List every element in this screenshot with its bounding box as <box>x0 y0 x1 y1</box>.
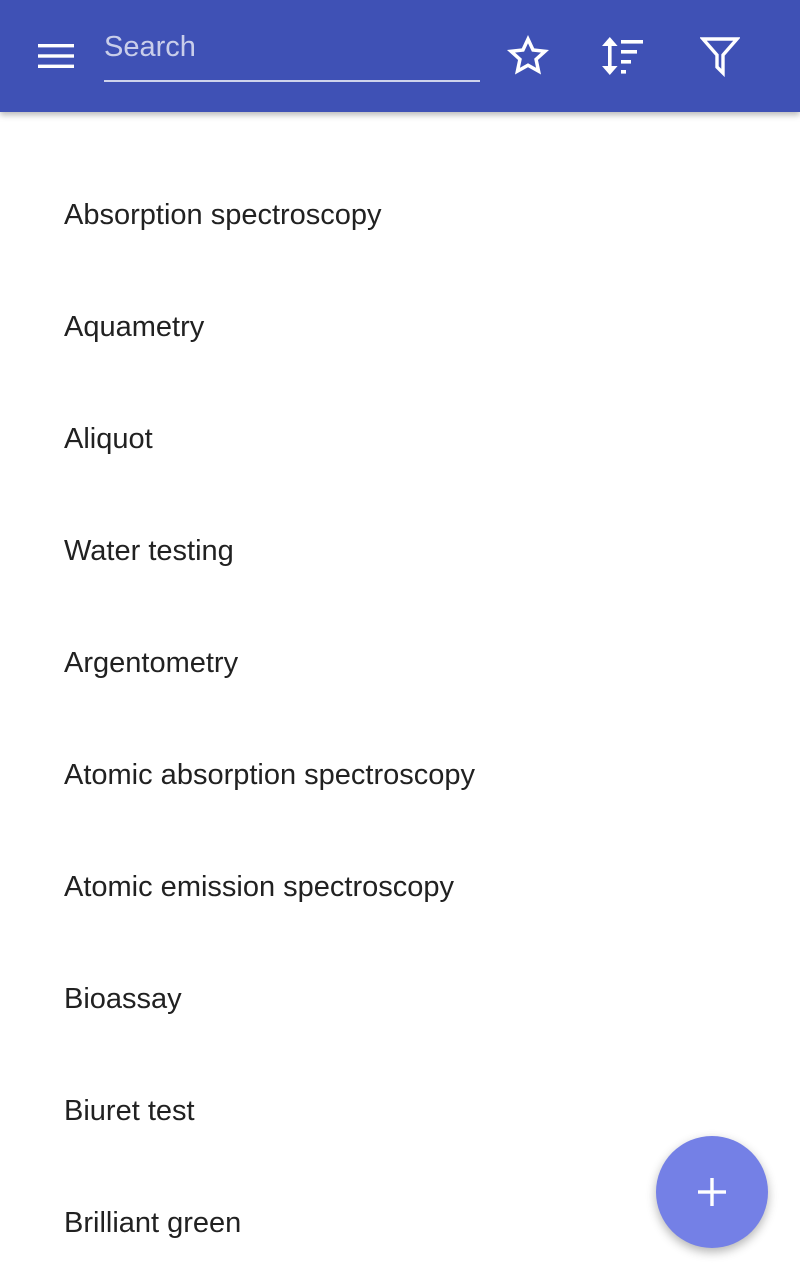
list-item[interactable]: Water testing <box>0 496 800 608</box>
list-item[interactable]: Absorption spectroscopy <box>0 160 800 272</box>
list-item[interactable]: Aliquot <box>0 384 800 496</box>
star-outline-icon <box>506 34 550 75</box>
sort-button[interactable] <box>591 24 655 88</box>
sort-icon <box>602 37 643 75</box>
app-screen: Absorption spectroscopy Aquametry Aliquo… <box>0 0 800 1280</box>
filter-button[interactable] <box>688 24 752 88</box>
search-field <box>104 24 480 82</box>
list-item-label: Aquametry <box>64 310 205 343</box>
list-item-label: Water testing <box>64 534 234 567</box>
list-item-label: Brilliant green <box>64 1206 242 1239</box>
term-list: Absorption spectroscopy Aquametry Aliquo… <box>0 160 800 1280</box>
list-item-label: Absorption spectroscopy <box>64 198 382 231</box>
add-button[interactable] <box>656 1136 768 1248</box>
list-item-label: Bioassay <box>64 982 182 1015</box>
list-item[interactable]: Atomic absorption spectroscopy <box>0 720 800 832</box>
filter-icon <box>700 37 740 78</box>
list-item-label: Argentometry <box>64 646 239 679</box>
list-item[interactable]: Argentometry <box>0 608 800 720</box>
menu-icon <box>38 44 74 68</box>
menu-button[interactable] <box>22 22 90 90</box>
list-item-label: Aliquot <box>64 422 153 455</box>
list-item-label: Atomic absorption spectroscopy <box>64 758 476 791</box>
list-item-label: Biuret test <box>64 1094 195 1127</box>
favorites-button[interactable] <box>496 24 560 88</box>
list-item[interactable]: Bioassay <box>0 944 800 1056</box>
list-item[interactable]: Aquametry <box>0 272 800 384</box>
plus-icon <box>698 1178 726 1206</box>
search-input[interactable] <box>104 24 480 70</box>
top-app-bar <box>0 0 800 112</box>
list-item-label: Atomic emission spectroscopy <box>64 870 455 903</box>
list-item[interactable]: Atomic emission spectroscopy <box>0 832 800 944</box>
